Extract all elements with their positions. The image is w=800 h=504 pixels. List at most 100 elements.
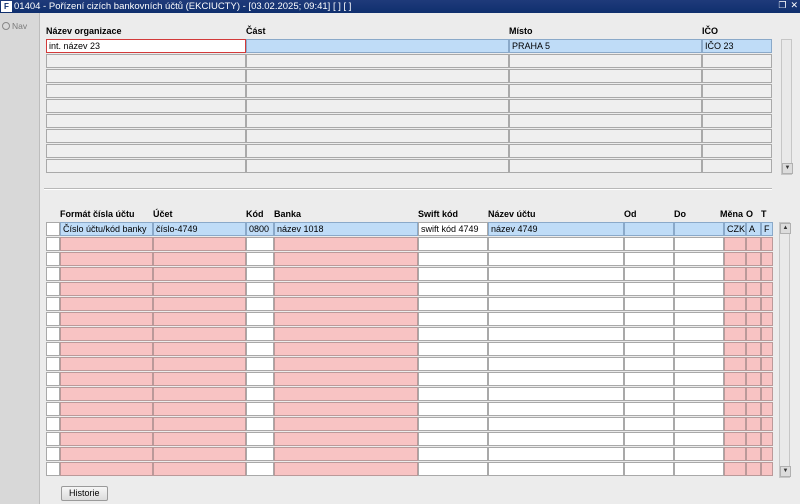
account-cell-od[interactable] xyxy=(624,267,674,281)
account-cell-o[interactable] xyxy=(746,417,761,431)
org-cell-nazev[interactable]: int. název 23 xyxy=(46,39,246,53)
account-cell-kod[interactable] xyxy=(246,327,274,341)
account-cell-t[interactable] xyxy=(761,252,773,266)
account-cell-ucet[interactable] xyxy=(153,297,246,311)
account-cell-kod[interactable] xyxy=(246,252,274,266)
account-cell-nazev[interactable] xyxy=(488,447,624,461)
account-cell-nazev[interactable] xyxy=(488,357,624,371)
account-cell-t[interactable] xyxy=(761,432,773,446)
row-select-checkbox[interactable] xyxy=(46,342,60,356)
account-cell-o[interactable] xyxy=(746,447,761,461)
account-cell-do[interactable] xyxy=(674,297,724,311)
account-cell-do[interactable] xyxy=(674,402,724,416)
account-cell-format[interactable] xyxy=(60,417,153,431)
historie-button[interactable]: Historie xyxy=(61,486,108,501)
org-cell-ico[interactable] xyxy=(702,99,772,113)
org-cell-nazev[interactable] xyxy=(46,84,246,98)
account-cell-o[interactable]: A xyxy=(746,222,761,236)
account-cell-kod[interactable] xyxy=(246,237,274,251)
account-cell-swift[interactable] xyxy=(418,327,488,341)
account-cell-banka[interactable] xyxy=(274,282,418,296)
account-cell-nazev[interactable] xyxy=(488,387,624,401)
org-cell-nazev[interactable] xyxy=(46,54,246,68)
account-cell-od[interactable] xyxy=(624,357,674,371)
account-cell-nazev[interactable] xyxy=(488,402,624,416)
account-cell-nazev[interactable] xyxy=(488,312,624,326)
org-cell-ico[interactable] xyxy=(702,114,772,128)
account-cell-t[interactable] xyxy=(761,282,773,296)
account-cell-nazev[interactable]: název 4749 xyxy=(488,222,624,236)
account-cell-banka[interactable] xyxy=(274,252,418,266)
account-cell-banka[interactable] xyxy=(274,417,418,431)
account-cell-ucet[interactable] xyxy=(153,387,246,401)
account-cell-od[interactable] xyxy=(624,387,674,401)
account-cell-format[interactable] xyxy=(60,447,153,461)
account-cell-nazev[interactable] xyxy=(488,237,624,251)
account-cell-mena[interactable] xyxy=(724,417,746,431)
org-cell-cast[interactable] xyxy=(246,54,509,68)
account-cell-do[interactable] xyxy=(674,327,724,341)
account-cell-format[interactable] xyxy=(60,282,153,296)
account-cell-format[interactable] xyxy=(60,267,153,281)
org-cell-ico[interactable] xyxy=(702,69,772,83)
account-cell-t[interactable] xyxy=(761,447,773,461)
account-cell-do[interactable] xyxy=(674,237,724,251)
account-cell-banka[interactable] xyxy=(274,327,418,341)
account-cell-do[interactable] xyxy=(674,267,724,281)
account-cell-kod[interactable] xyxy=(246,282,274,296)
account-cell-banka[interactable] xyxy=(274,312,418,326)
account-cell-do[interactable] xyxy=(674,432,724,446)
org-cell-nazev[interactable] xyxy=(46,99,246,113)
row-select-checkbox[interactable] xyxy=(46,222,60,236)
org-cell-misto[interactable]: PRAHA 5 xyxy=(509,39,702,53)
account-cell-format[interactable] xyxy=(60,237,153,251)
account-cell-kod[interactable] xyxy=(246,402,274,416)
row-select-checkbox[interactable] xyxy=(46,327,60,341)
account-cell-do[interactable] xyxy=(674,462,724,476)
account-cell-format[interactable] xyxy=(60,252,153,266)
org-cell-misto[interactable] xyxy=(509,114,702,128)
account-cell-do[interactable] xyxy=(674,372,724,386)
org-cell-cast[interactable] xyxy=(246,39,509,53)
account-cell-ucet[interactable] xyxy=(153,327,246,341)
account-cell-kod[interactable] xyxy=(246,447,274,461)
account-cell-swift[interactable] xyxy=(418,297,488,311)
org-cell-cast[interactable] xyxy=(246,129,509,143)
account-cell-t[interactable] xyxy=(761,237,773,251)
row-select-checkbox[interactable] xyxy=(46,432,60,446)
account-cell-mena[interactable] xyxy=(724,402,746,416)
account-cell-nazev[interactable] xyxy=(488,282,624,296)
account-cell-o[interactable] xyxy=(746,282,761,296)
account-cell-kod[interactable] xyxy=(246,297,274,311)
account-cell-ucet[interactable]: číslo-4749 xyxy=(153,222,246,236)
account-cell-od[interactable] xyxy=(624,237,674,251)
account-cell-o[interactable] xyxy=(746,462,761,476)
account-cell-o[interactable] xyxy=(746,402,761,416)
row-select-checkbox[interactable] xyxy=(46,357,60,371)
account-cell-swift[interactable] xyxy=(418,282,488,296)
account-cell-do[interactable] xyxy=(674,222,724,236)
account-cell-o[interactable] xyxy=(746,432,761,446)
account-cell-mena[interactable]: CZK xyxy=(724,222,746,236)
account-cell-kod[interactable] xyxy=(246,417,274,431)
account-cell-ucet[interactable] xyxy=(153,312,246,326)
account-cell-nazev[interactable] xyxy=(488,297,624,311)
account-cell-o[interactable] xyxy=(746,387,761,401)
account-cell-swift[interactable] xyxy=(418,267,488,281)
account-cell-banka[interactable] xyxy=(274,372,418,386)
account-cell-swift[interactable] xyxy=(418,447,488,461)
account-cell-swift[interactable] xyxy=(418,417,488,431)
org-cell-misto[interactable] xyxy=(509,129,702,143)
account-cell-banka[interactable] xyxy=(274,297,418,311)
account-cell-o[interactable] xyxy=(746,312,761,326)
account-cell-t[interactable]: F xyxy=(761,222,773,236)
account-cell-t[interactable] xyxy=(761,372,773,386)
org-cell-cast[interactable] xyxy=(246,99,509,113)
account-cell-format[interactable] xyxy=(60,342,153,356)
account-cell-ucet[interactable] xyxy=(153,237,246,251)
account-cell-do[interactable] xyxy=(674,387,724,401)
row-select-checkbox[interactable] xyxy=(46,252,60,266)
account-cell-nazev[interactable] xyxy=(488,327,624,341)
account-cell-do[interactable] xyxy=(674,447,724,461)
account-cell-swift[interactable] xyxy=(418,237,488,251)
